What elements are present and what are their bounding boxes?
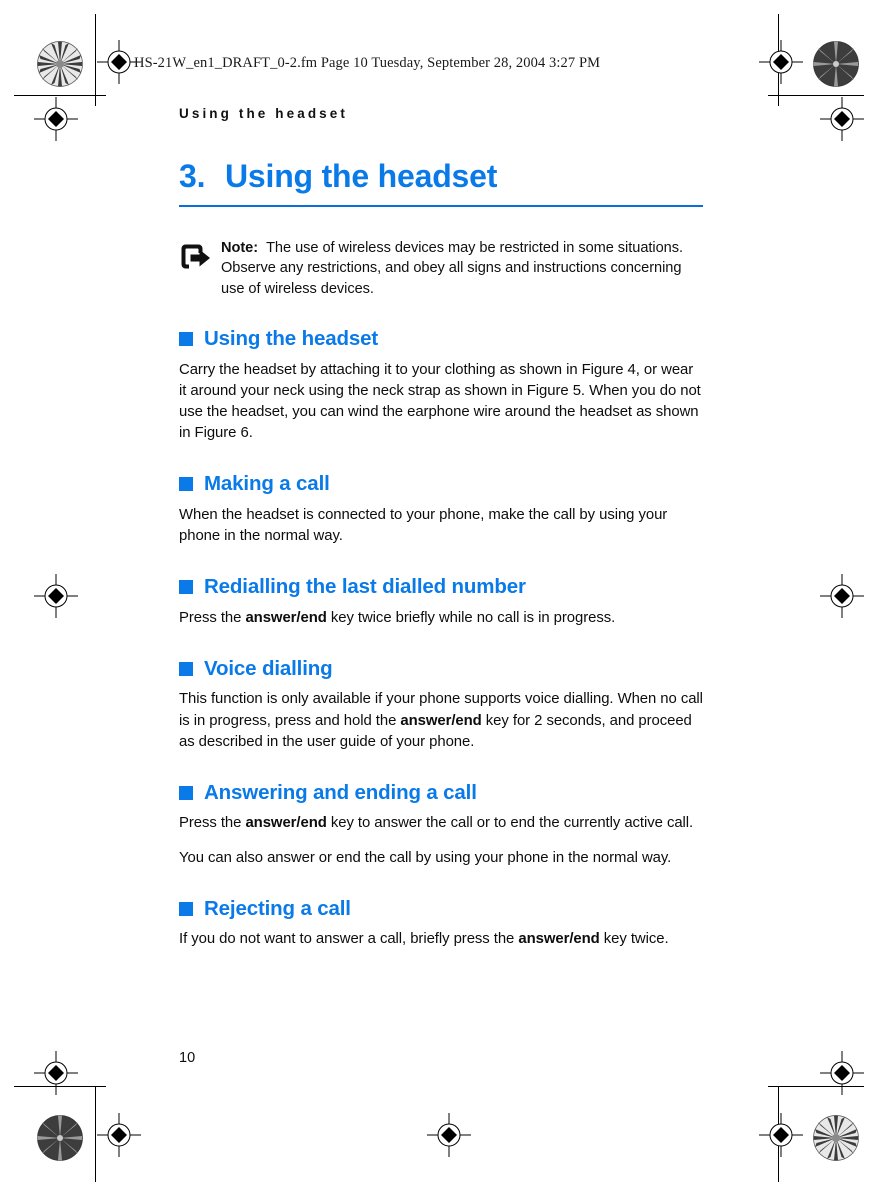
emphasis-term: answer/end xyxy=(245,815,327,832)
section-using-the-headset: Using the headset Carry the headset by at… xyxy=(179,327,703,444)
square-bullet-icon xyxy=(179,477,193,492)
chapter-number: 3. xyxy=(179,158,206,195)
body-paragraph: Press the answer/end key to answer the c… xyxy=(179,813,703,834)
page-content: Using the headset 3. Using the headset N… xyxy=(179,106,703,950)
section-heading-text: Voice dialling xyxy=(204,656,333,680)
section-redialling-the-last-dialled-number: Redialling the last dialled number Press … xyxy=(179,575,703,629)
note-arrow-icon xyxy=(179,238,221,274)
section-heading-text: Answering and ending a call xyxy=(204,780,477,804)
square-bullet-icon xyxy=(179,579,193,594)
section-voice-dialling: Voice dialling This function is only avai… xyxy=(179,657,703,753)
note-text: Note: The use of wireless devices may be… xyxy=(221,238,703,299)
body-text: Carry the headset by attaching it to you… xyxy=(179,361,701,442)
note-callout: Note: The use of wireless devices may be… xyxy=(179,238,703,299)
square-bullet-icon xyxy=(179,331,193,346)
body-paragraph: This function is only available if your … xyxy=(179,689,703,752)
note-label: Note: xyxy=(221,239,259,256)
body-paragraph: If you do not want to answer a call, bri… xyxy=(179,929,703,950)
body-text: key twice briefly while no call is in pr… xyxy=(326,609,616,626)
body-paragraph: Press the answer/end key twice briefly w… xyxy=(179,608,703,629)
section-heading-answering-and-ending-a-call: Answering and ending a call xyxy=(179,781,703,805)
emphasis-term: answer/end xyxy=(400,712,482,729)
page-number: 10 xyxy=(179,1050,196,1066)
chapter-title: 3. Using the headset xyxy=(179,160,703,207)
section-answering-and-ending-a-call: Answering and ending a call Press the ans… xyxy=(179,781,703,869)
note-body: The use of wireless devices may be restr… xyxy=(221,239,683,297)
emphasis-term: answer/end xyxy=(245,609,327,626)
body-paragraph: When the headset is connected to your ph… xyxy=(179,505,703,547)
section-heading-using-the-headset: Using the headset xyxy=(179,327,703,351)
body-text: key twice. xyxy=(599,931,669,948)
section-heading-text: Using the headset xyxy=(204,327,379,351)
body-paragraph: Carry the headset by attaching it to you… xyxy=(179,360,703,445)
body-text: You can also answer or end the call by u… xyxy=(179,849,672,866)
body-text: When the headset is connected to your ph… xyxy=(179,506,668,544)
section-heading-text: Rejecting a call xyxy=(204,896,351,920)
section-rejecting-a-call: Rejecting a call If you do not want to an… xyxy=(179,897,703,951)
body-text: Press the xyxy=(179,609,246,626)
section-making-a-call: Making a call When the headset is connect… xyxy=(179,472,703,547)
section-heading-making-a-call: Making a call xyxy=(179,472,703,496)
document-page: HS-21W_en1_DRAFT_0-2.fm Page 10 Tuesday,… xyxy=(0,0,896,1192)
square-bullet-icon xyxy=(179,901,193,916)
section-heading-text: Making a call xyxy=(204,472,330,496)
chapter-title-text: Using the headset xyxy=(225,158,498,195)
section-heading-rejecting-a-call: Rejecting a call xyxy=(179,897,703,921)
square-bullet-icon xyxy=(179,785,193,800)
section-heading-voice-dialling: Voice dialling xyxy=(179,657,703,681)
section-heading-text: Redialling the last dialled number xyxy=(204,575,526,599)
sections-container: Using the headset Carry the headset by at… xyxy=(179,327,703,950)
body-text: Press the xyxy=(179,815,246,832)
running-header: Using the headset xyxy=(179,106,348,121)
section-heading-redialling-the-last-dialled-number: Redialling the last dialled number xyxy=(179,575,703,599)
body-paragraph: You can also answer or end the call by u… xyxy=(179,848,703,869)
emphasis-term: answer/end xyxy=(518,931,600,948)
body-text: If you do not want to answer a call, bri… xyxy=(179,931,519,948)
square-bullet-icon xyxy=(179,661,193,676)
framemaker-file-header: HS-21W_en1_DRAFT_0-2.fm Page 10 Tuesday,… xyxy=(134,55,601,71)
body-text: key to answer the call or to end the cur… xyxy=(326,815,694,832)
